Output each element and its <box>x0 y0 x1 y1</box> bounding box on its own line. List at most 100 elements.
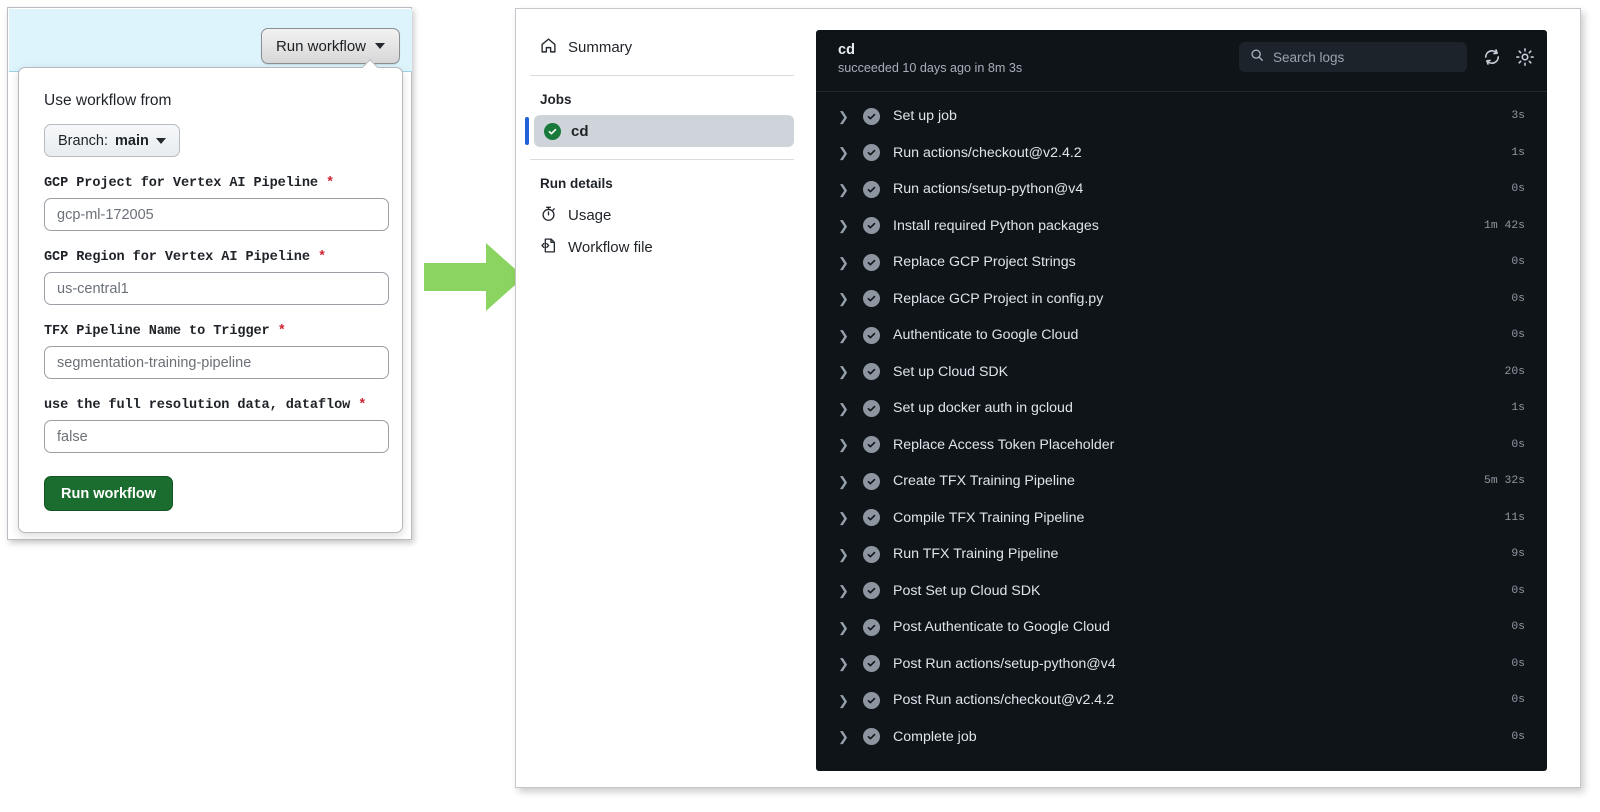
job-step-duration: 0s <box>1511 584 1525 597</box>
chevron-right-icon: ❯ <box>838 364 849 380</box>
check-circle-icon <box>863 655 880 673</box>
chevron-right-icon: ❯ <box>838 437 849 453</box>
field-label-text: use the full resolution data, dataflow <box>44 398 351 413</box>
field-label: use the full resolution data, dataflow * <box>44 398 377 413</box>
job-step-duration: 1s <box>1511 146 1525 159</box>
sidebar-item-label: Summary <box>568 38 633 56</box>
job-step-name: Replace GCP Project in config.py <box>893 290 1104 307</box>
check-circle-icon <box>863 399 880 417</box>
search-logs-input[interactable] <box>1273 49 1443 65</box>
sidebar-item-label: Usage <box>568 206 612 224</box>
job-step-row[interactable]: ❯ Post Run actions/checkout@v2.4.2 0s <box>816 682 1547 719</box>
run-workflow-dropdown-button[interactable]: Run workflow <box>260 28 400 64</box>
chevron-right-icon: ❯ <box>838 327 849 343</box>
job-step-name: Replace GCP Project Strings <box>893 254 1076 271</box>
job-name-label: cd <box>571 122 589 140</box>
check-circle-icon <box>863 290 880 308</box>
job-step-row[interactable]: ❯ Run TFX Training Pipeline 9s <box>816 536 1547 573</box>
job-step-duration: 0s <box>1511 329 1525 342</box>
run-sidebar: Summary Jobs cd Run details Usage Workfl… <box>516 9 816 787</box>
job-step-duration: 11s <box>1504 511 1525 524</box>
chevron-right-icon: ❯ <box>838 145 849 161</box>
field-label-text: TFX Pipeline Name to Trigger <box>44 324 270 339</box>
check-circle-icon <box>863 217 880 235</box>
job-step-row[interactable]: ❯ Complete job 0s <box>816 719 1547 756</box>
check-circle-icon <box>863 545 880 563</box>
check-circle-icon <box>863 326 880 344</box>
branch-prefix-label: Branch: <box>58 132 108 149</box>
job-step-duration: 1s <box>1511 402 1525 415</box>
tfx-pipeline-name-input[interactable] <box>44 346 389 379</box>
check-circle-icon <box>863 180 880 198</box>
job-step-row[interactable]: ❯ Replace Access Token Placeholder 0s <box>816 427 1547 464</box>
popover-notch <box>361 59 379 68</box>
job-step-name: Post Set up Cloud SDK <box>893 582 1041 599</box>
job-step-name: Create TFX Training Pipeline <box>893 473 1075 490</box>
chevron-right-icon: ❯ <box>838 510 849 526</box>
job-step-row[interactable]: ❯ Set up docker auth in gcloud 1s <box>816 390 1547 427</box>
sidebar-item-usage[interactable]: Usage <box>530 199 794 231</box>
stopwatch-icon <box>540 205 557 226</box>
job-logs-header: cd succeeded 10 days ago in 8m 3s <box>816 30 1547 92</box>
job-step-row[interactable]: ❯ Post Authenticate to Google Cloud 0s <box>816 609 1547 646</box>
job-step-row[interactable]: ❯ Run actions/checkout@v2.4.2 1s <box>816 135 1547 172</box>
chevron-right-icon: ❯ <box>838 583 849 599</box>
job-step-row[interactable]: ❯ Replace GCP Project in config.py 0s <box>816 281 1547 318</box>
chevron-right-icon: ❯ <box>838 692 849 708</box>
job-step-row[interactable]: ❯ Post Run actions/setup-python@v4 0s <box>816 646 1547 683</box>
job-step-duration: 0s <box>1511 438 1525 451</box>
right-arrow-icon <box>424 243 524 316</box>
job-step-row[interactable]: ❯ Compile TFX Training Pipeline 11s <box>816 500 1547 537</box>
check-circle-icon <box>863 144 880 162</box>
full-resolution-input[interactable] <box>44 420 389 453</box>
branch-name-label: main <box>114 132 149 149</box>
job-step-name: Post Run actions/checkout@v2.4.2 <box>893 692 1115 709</box>
required-marker: * <box>326 176 335 191</box>
sidebar-item-job-cd[interactable]: cd <box>525 115 794 147</box>
job-step-row[interactable]: ❯ Run actions/setup-python@v4 0s <box>816 171 1547 208</box>
check-circle-icon <box>544 122 561 140</box>
sidebar-heading-run-details: Run details <box>540 176 613 191</box>
search-logs-box[interactable] <box>1239 42 1467 72</box>
search-icon <box>1250 48 1264 67</box>
run-workflow-dropdown-label: Run workflow <box>275 37 366 55</box>
job-step-row[interactable]: ❯ Post Set up Cloud SDK 0s <box>816 573 1547 610</box>
gear-icon[interactable] <box>1515 47 1535 67</box>
job-step-row[interactable]: ❯ Set up job 3s <box>816 98 1547 135</box>
check-circle-icon <box>863 107 880 125</box>
check-circle-icon <box>863 472 880 490</box>
form-field-gcp-region: GCP Region for Vertex AI Pipeline * <box>44 250 389 305</box>
refresh-icon[interactable] <box>1482 47 1502 67</box>
check-circle-icon <box>863 728 880 746</box>
job-step-name: Post Authenticate to Google Cloud <box>893 619 1110 636</box>
required-marker: * <box>277 324 286 339</box>
sidebar-item-workflow-file[interactable]: Workflow file <box>530 231 794 263</box>
check-circle-icon <box>863 436 880 454</box>
job-step-name: Authenticate to Google Cloud <box>893 327 1079 344</box>
job-step-name: Install required Python packages <box>893 217 1099 234</box>
job-step-list: ❯ Set up job 3s ❯ Run actions/checkout@v2.4.… <box>816 92 1547 755</box>
gcp-region-input[interactable] <box>44 272 389 305</box>
chevron-right-icon: ❯ <box>838 546 849 562</box>
check-circle-icon <box>863 618 880 636</box>
field-label: TFX Pipeline Name to Trigger * <box>44 324 377 339</box>
run-workflow-submit-button[interactable]: Run workflow <box>44 476 174 511</box>
gcp-project-input[interactable] <box>44 198 389 231</box>
check-circle-icon <box>863 582 880 600</box>
sidebar-divider <box>530 159 794 160</box>
check-circle-icon <box>863 691 880 709</box>
chevron-right-icon: ❯ <box>838 400 849 416</box>
sidebar-item-summary[interactable]: Summary <box>530 31 794 63</box>
job-step-row[interactable]: ❯ Replace GCP Project Strings 0s <box>816 244 1547 281</box>
form-field-tfx-pipeline-name: TFX Pipeline Name to Trigger * <box>44 324 389 379</box>
job-step-row[interactable]: ❯ Authenticate to Google Cloud 0s <box>816 317 1547 354</box>
job-step-row[interactable]: ❯ Install required Python packages 1m 42s <box>816 208 1547 245</box>
branch-selector-button[interactable]: Branch: main <box>44 124 180 157</box>
sidebar-heading-jobs: Jobs <box>540 92 572 107</box>
job-step-name: Run TFX Training Pipeline <box>893 546 1059 563</box>
job-step-row[interactable]: ❯ Set up Cloud SDK 20s <box>816 354 1547 391</box>
chevron-right-icon: ❯ <box>838 218 849 234</box>
job-step-duration: 0s <box>1511 694 1525 707</box>
sidebar-item-label: Workflow file <box>568 238 653 256</box>
job-step-row[interactable]: ❯ Create TFX Training Pipeline 5m 32s <box>816 463 1547 500</box>
